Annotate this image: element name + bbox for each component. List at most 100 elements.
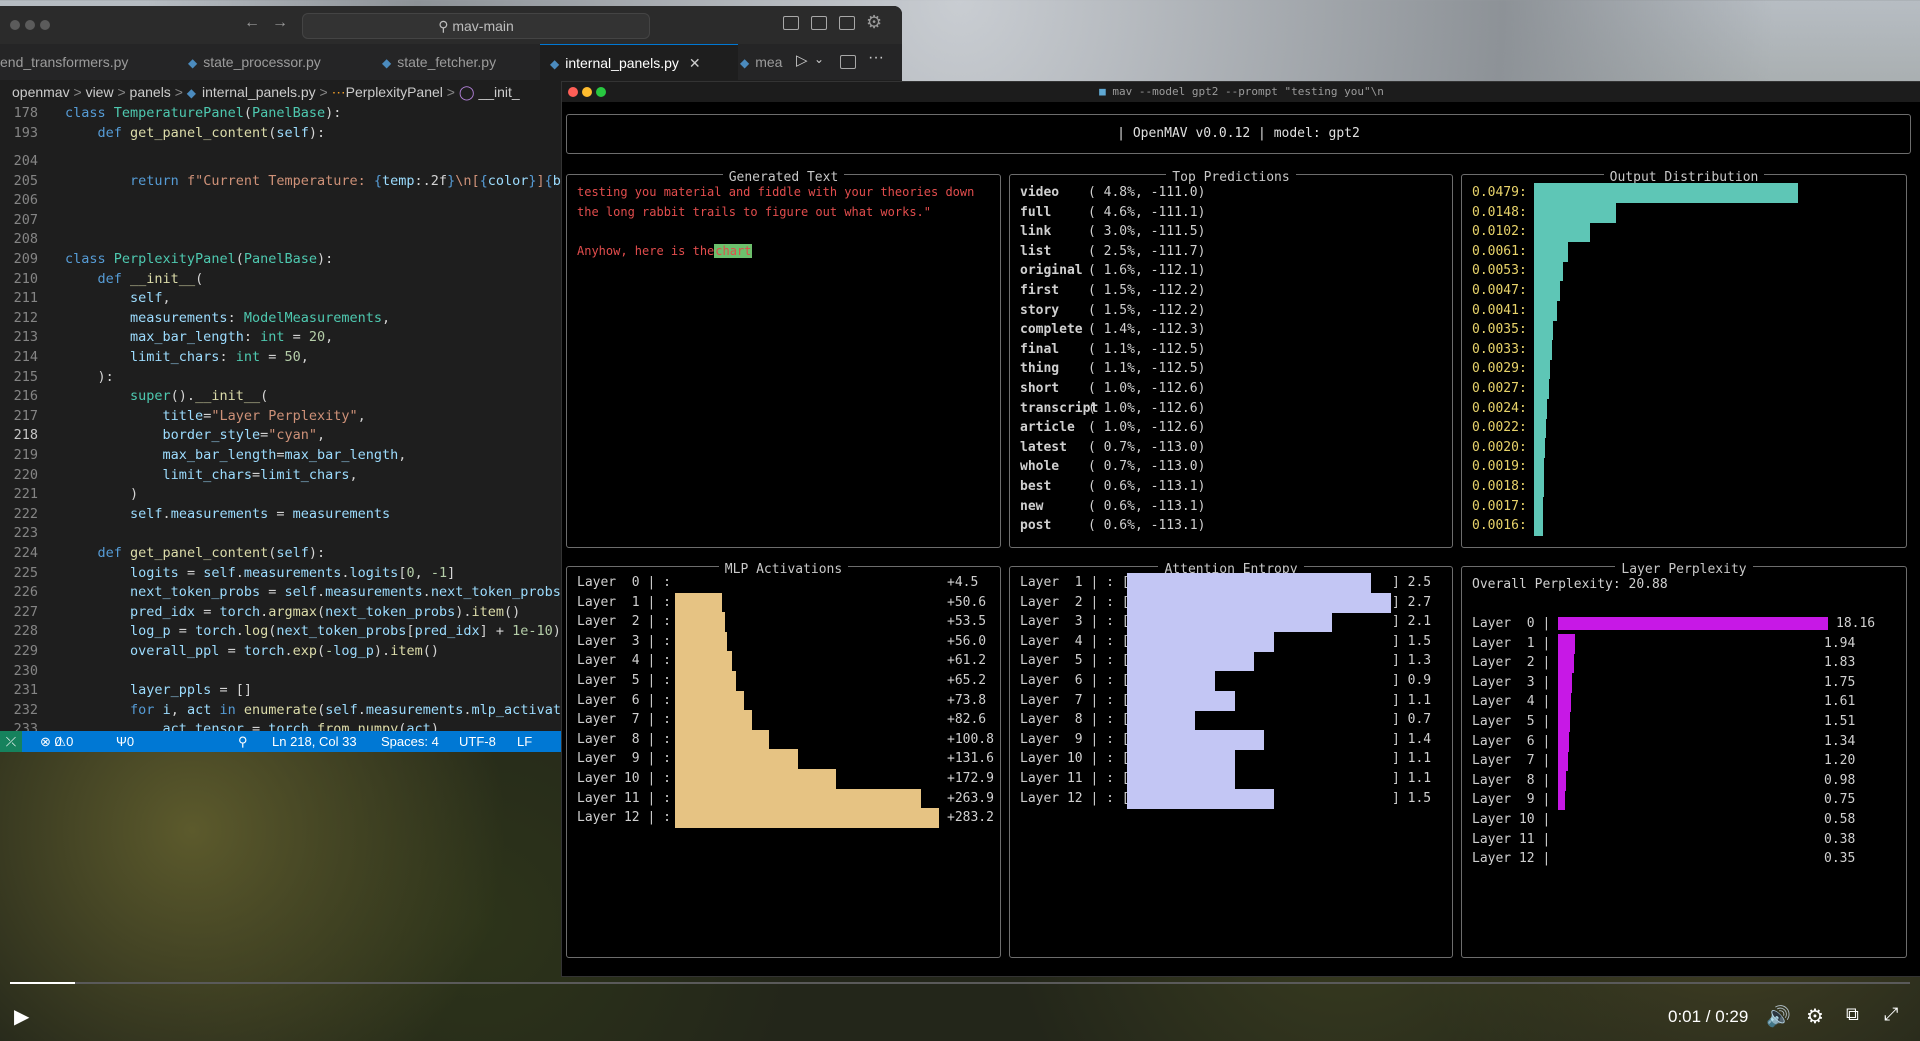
volume-icon[interactable]: 🔊 [1766, 1004, 1791, 1029]
distribution-bar [1534, 359, 1550, 380]
chevron-right-icon: > [117, 84, 130, 100]
distribution-label: 0.0053: [1472, 263, 1527, 279]
mlp-bar [675, 710, 752, 731]
mlp-layer-label: Layer 9 | : [577, 751, 671, 767]
perplexity-layer-label: Layer 1 | [1472, 635, 1551, 651]
tab-mea[interactable]: ◆ mea [740, 44, 782, 80]
tab-state-fetcher[interactable]: ◆ state_fetcher.py [382, 44, 496, 80]
search-icon: ⚲ [438, 18, 453, 34]
breadcrumb-item[interactable]: openmav [12, 84, 70, 100]
eol-status[interactable]: LF [517, 731, 532, 752]
chevron-right-icon: > [319, 84, 332, 100]
code-line: 219 max_bar_length=max_bar_length, [13, 447, 407, 463]
distribution-bar [1534, 398, 1548, 419]
perplexity-layer-label: Layer 9 | [1472, 792, 1551, 808]
close-window-button[interactable] [10, 20, 20, 30]
mlp-bar [675, 671, 736, 692]
zoom-window-button[interactable] [40, 20, 50, 30]
entropy-layer-label: Layer 9 | : [ [1020, 731, 1130, 747]
top-predictions-panel: Top Predictions video( 4.8%, -111.0) full… [1009, 170, 1453, 548]
entropy-value: ] 2.1 [1392, 614, 1432, 630]
cursor-position[interactable]: Ln 218, Col 33 [272, 731, 357, 752]
back-arrow-icon[interactable]: ← [244, 14, 260, 32]
distribution-label: 0.0020: [1472, 439, 1527, 455]
zoom-icon[interactable]: ⚲ [238, 731, 248, 752]
prediction-prob: ( 1.5%, -112.2) [1088, 283, 1206, 298]
code-line: 228 log_p = torch.log(next_token_probs[p… [13, 623, 561, 640]
toggle-secondary-sidebar-icon[interactable] [839, 16, 855, 30]
close-window-button[interactable] [568, 87, 578, 97]
code-line: 220 limit_chars=limit_chars, [13, 466, 358, 483]
prediction-prob: ( 2.5%, -111.7) [1088, 243, 1206, 259]
perplexity-bar [1558, 672, 1573, 693]
panel-title: MLP Activations [718, 562, 849, 577]
toggle-panel-icon[interactable] [811, 16, 827, 30]
chevron-down-icon[interactable]: ⌄ [814, 52, 824, 66]
minimize-window-button[interactable] [25, 20, 35, 30]
chevron-right-icon: > [174, 84, 187, 100]
toggle-sidebar-icon[interactable] [783, 16, 799, 30]
distribution-bar [1534, 241, 1568, 262]
code-line: 224 def get_panel_content(self): [13, 545, 326, 561]
mlp-bar [675, 729, 769, 750]
tab-end-transformers[interactable]: end_transformers.py [0, 44, 178, 80]
play-icon[interactable]: ▶ [14, 1004, 29, 1029]
more-actions-icon[interactable]: ··· [868, 49, 884, 67]
minimize-window-button[interactable] [582, 87, 592, 97]
mlp-layer-label: Layer 6 | : [577, 692, 671, 708]
code-line: 226 next_token_probs = self.measurements… [13, 584, 561, 601]
tab-state-processor[interactable]: ◆ state_processor.py [188, 44, 321, 80]
code-line: 218 border_style="cyan", [13, 427, 326, 444]
distribution-bar [1534, 418, 1547, 439]
code-line: 225 logits = self.measurements.logits[0,… [13, 564, 456, 581]
chevron-right-icon: > [73, 84, 86, 100]
entropy-layer-label: Layer 8 | : [ [1020, 712, 1130, 728]
perplexity-value: 1.83 [1824, 655, 1856, 671]
zoom-window-button[interactable] [596, 87, 606, 97]
breadcrumb-item[interactable]: internal_panels.py [202, 84, 316, 100]
close-tab-icon[interactable]: ✕ [689, 55, 701, 71]
mlp-layer-label: Layer 3 | : [577, 633, 671, 649]
breadcrumb-item[interactable]: panels [130, 84, 171, 100]
code-line: 232 for i, act in enumerate(self.measure… [13, 701, 578, 718]
prediction-token: original [1020, 263, 1083, 279]
attention-entropy-panel: Attention Entropy Layer 1 | : [] 2.5 Laye… [1009, 562, 1453, 958]
python-file-icon: ◆ [186, 86, 197, 100]
entropy-layer-label: Layer 2 | : [ [1020, 594, 1130, 610]
problems-indicator[interactable]: ⊗ 0 ⚠ 0 [40, 731, 73, 752]
run-icon[interactable]: ▷ [796, 51, 808, 69]
perplexity-bar [1558, 770, 1567, 791]
distribution-bar [1534, 202, 1616, 223]
entropy-bar [1127, 690, 1235, 711]
ports-indicator[interactable]: Ψ 0 [116, 731, 134, 752]
perplexity-bar [1558, 731, 1569, 752]
prediction-prob: ( 1.4%, -112.3) [1088, 322, 1206, 338]
breadcrumb-item[interactable]: view [86, 84, 114, 100]
command-center-search[interactable]: ⚲ mav-main [302, 13, 650, 39]
code-line: 204 [13, 153, 38, 169]
popout-icon[interactable]: ⧉ [1846, 1004, 1859, 1025]
video-progress-bar[interactable] [10, 982, 1910, 984]
exit-fullscreen-icon[interactable]: ⤢ [1884, 1004, 1898, 1025]
breadcrumb-item[interactable]: PerplexityPanel [346, 84, 443, 100]
encoding-status[interactable]: UTF-8 [459, 731, 496, 752]
breadcrumb-item[interactable]: __init_ [478, 84, 519, 100]
perplexity-value: 0.38 [1824, 831, 1856, 847]
gear-icon[interactable]: ⚙ [866, 12, 882, 33]
forward-arrow-icon[interactable]: → [272, 14, 288, 32]
mlp-value: +61.2 [947, 653, 987, 669]
settings-gear-icon[interactable]: ⚙ [1806, 1004, 1824, 1029]
prediction-token: full [1020, 204, 1052, 220]
entropy-layer-label: Layer 6 | : [ [1020, 673, 1130, 688]
split-editor-icon[interactable] [840, 55, 856, 69]
remote-icon[interactable]: ⤫ [0, 731, 22, 752]
entropy-layer-label: Layer 5 | : [ [1020, 653, 1130, 669]
code-line: 209 class PerplexityPanel(PanelBase): [13, 251, 334, 267]
video-progress-fill [10, 982, 75, 984]
entropy-bar [1127, 671, 1215, 692]
perplexity-value: 1.61 [1824, 694, 1856, 710]
indentation-status[interactable]: Spaces: 4 [381, 731, 439, 752]
mlp-layer-label: Layer 1 | : [577, 594, 671, 610]
tab-internal-panels[interactable]: ◆ internal_panels.py ✕ [540, 44, 738, 81]
mlp-layer-label: Layer 5 | : [577, 673, 671, 688]
